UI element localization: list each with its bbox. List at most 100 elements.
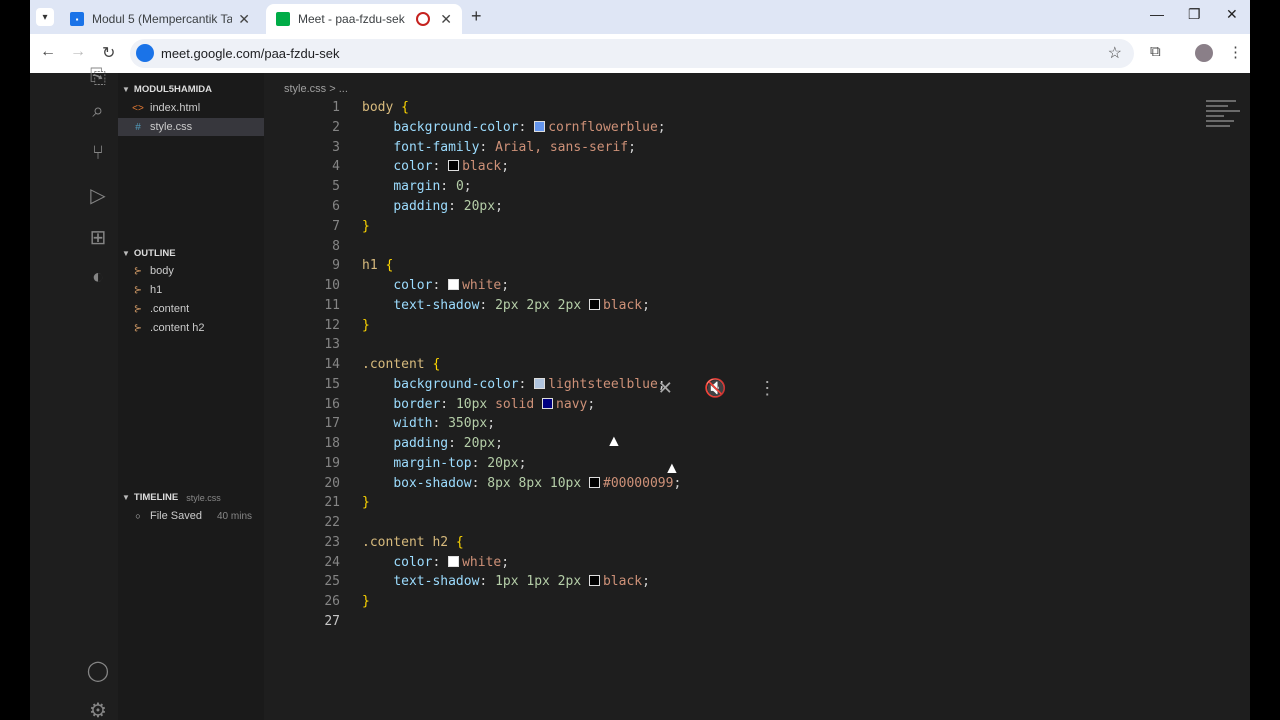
color-swatch-icon[interactable] [448, 279, 460, 290]
code-line: font-family: Arial, sans-serif; [393, 140, 636, 155]
color-swatch-icon[interactable] [534, 121, 546, 132]
settings-gear-icon[interactable]: ⚙ [86, 698, 110, 720]
outline-label: body [150, 265, 174, 277]
tab-title: Meet - paa-fzdu-sek [298, 12, 405, 26]
line-number: 21 [324, 495, 340, 510]
file-name: style.css [150, 121, 193, 133]
bookmark-star-icon[interactable]: ☆ [1108, 43, 1122, 63]
run-debug-icon[interactable]: ▷ [86, 183, 110, 207]
reload-icon[interactable]: ↻ [102, 43, 115, 63]
breadcrumb[interactable]: style.css > ... [284, 83, 348, 95]
forward-icon[interactable]: → [70, 43, 86, 61]
code-line: margin: 0; [393, 179, 472, 194]
outline-header[interactable]: ▼ OUTLINE [122, 248, 176, 259]
line-number: 20 [324, 476, 340, 491]
extensions-icon[interactable]: ⊞ [86, 225, 110, 249]
timeline-entry[interactable]: ○ File Saved 40 mins [118, 507, 264, 525]
tab-meet[interactable]: Meet - paa-fzdu-sek ✕ [266, 4, 462, 34]
color-swatch-icon[interactable] [589, 477, 600, 488]
new-tab-button[interactable]: + [471, 6, 482, 27]
symbol-icon: ⊱ [133, 303, 143, 315]
meet-video-controls: ✕ 🔇 ⋮ [642, 368, 792, 408]
meet-icon [276, 12, 290, 26]
circle-icon: ○ [135, 511, 141, 521]
unpin-icon[interactable]: ✕ [658, 378, 673, 399]
color-swatch-icon[interactable] [588, 299, 600, 310]
restore-icon[interactable]: ❐ [1188, 6, 1201, 23]
symbol-icon: ⊱ [133, 322, 143, 334]
classroom-icon: ▪ [70, 12, 84, 26]
source-control-icon[interactable]: ⑂ [86, 141, 110, 165]
html-file-icon: <> [132, 102, 144, 114]
explorer-folder-header[interactable]: ▼ MODUL5HAMIDA [122, 84, 212, 95]
chevron-down-icon: ▼ [122, 249, 130, 258]
color-swatch-icon[interactable] [448, 160, 460, 171]
file-style-css[interactable]: # style.css [118, 118, 264, 136]
code-line: margin-top: 20px; [393, 456, 527, 471]
symbol-icon: ⊱ [133, 265, 143, 277]
code-line: box-shadow: 8px 8px 10px #00000099; [393, 476, 682, 491]
code-line: } [362, 495, 370, 510]
file-name: index.html [150, 102, 201, 114]
url-text[interactable]: meet.google.com/paa-fzdu-sek [161, 46, 339, 61]
code-editor[interactable]: style.css > ... 1 2 3 4 5 6 7 8 9 10 11 12 13 14 15 16 1… [264, 73, 1250, 720]
menu-icon[interactable]: ⋮ [1228, 43, 1243, 61]
line-number: 23 [324, 535, 340, 550]
back-icon[interactable]: ← [40, 43, 56, 61]
extensions-icon[interactable]: ⧉ [1150, 43, 1161, 60]
outline-label: .content [150, 303, 190, 315]
profile-avatar[interactable] [1195, 44, 1213, 62]
search-icon[interactable]: ⌕ [86, 99, 110, 123]
line-number: 15 [324, 377, 340, 392]
line-number: 6 [332, 199, 340, 214]
code-line: width: 350px; [393, 416, 496, 431]
browser-toolbar: ← → ↻ meet.google.com/paa-fzdu-sek ☆ ⧉ ⋮ [30, 34, 1250, 73]
line-number: 11 [324, 298, 340, 313]
minimap[interactable] [1206, 97, 1242, 143]
line-number: 13 [324, 337, 340, 352]
window-close-icon[interactable]: ✕ [1226, 6, 1238, 23]
line-number: 17 [324, 416, 340, 431]
tab-search-button[interactable]: ▾ [36, 8, 54, 26]
code-line: color: white; [393, 278, 510, 293]
line-number: 26 [324, 594, 340, 609]
outline-label: .content h2 [150, 322, 205, 334]
code-line: color: black; [393, 159, 510, 174]
close-icon[interactable]: ✕ [440, 11, 452, 28]
line-number: 8 [332, 239, 340, 254]
explorer-icon[interactable]: ⎘ [86, 65, 110, 89]
code-line: } [362, 318, 370, 333]
color-swatch-icon[interactable] [534, 378, 546, 389]
remote-icon[interactable]: ◐ [86, 265, 110, 289]
line-number: 12 [324, 318, 340, 333]
muted-speaker-icon[interactable]: 🔇 [704, 378, 726, 399]
outline-item[interactable]: ⊱ h1 [118, 281, 264, 299]
file-index-html[interactable]: <> index.html [118, 99, 264, 117]
chevron-down-icon: ▼ [122, 493, 130, 502]
folder-name: MODUL5HAMIDA [133, 84, 213, 95]
tab-strip: ▾ ▪ Modul 5 (Mempercantik Tampil ✕ Meet … [30, 0, 1250, 34]
outline-item[interactable]: ⊱ .content h2 [118, 319, 264, 337]
activity-bar: ⎘ ⌕ ⑂ ▷ ⊞ ◐ ◯ ⚙ [78, 66, 118, 720]
address-bar[interactable]: meet.google.com/paa-fzdu-sek ☆ [130, 39, 1134, 68]
timeline-time: 40 mins [216, 510, 252, 522]
browser-window: ▾ ▪ Modul 5 (Mempercantik Tampil ✕ Meet … [30, 0, 1250, 720]
outline-item[interactable]: ⊱ .content [118, 300, 264, 318]
minimize-icon[interactable]: — [1150, 6, 1164, 22]
color-swatch-icon[interactable] [448, 556, 460, 567]
code-line: .content { [362, 357, 441, 372]
line-number: 10 [324, 278, 340, 293]
line-number: 27 [324, 614, 340, 629]
color-swatch-icon[interactable] [542, 398, 554, 409]
code-line: border: 10px solid navy; [393, 397, 596, 412]
close-icon[interactable]: ✕ [238, 11, 250, 28]
outline-item[interactable]: ⊱ body [118, 262, 264, 280]
account-icon[interactable]: ◯ [86, 658, 110, 682]
more-options-icon[interactable]: ⋮ [758, 378, 776, 399]
color-swatch-icon[interactable] [588, 575, 600, 586]
timeline-title: TIMELINE [133, 492, 179, 503]
line-number: 3 [332, 140, 340, 155]
code-line: } [362, 594, 370, 609]
tab-modul5[interactable]: ▪ Modul 5 (Mempercantik Tampil ✕ [60, 4, 260, 34]
timeline-header[interactable]: ▼ TIMELINE style.css [122, 492, 221, 503]
